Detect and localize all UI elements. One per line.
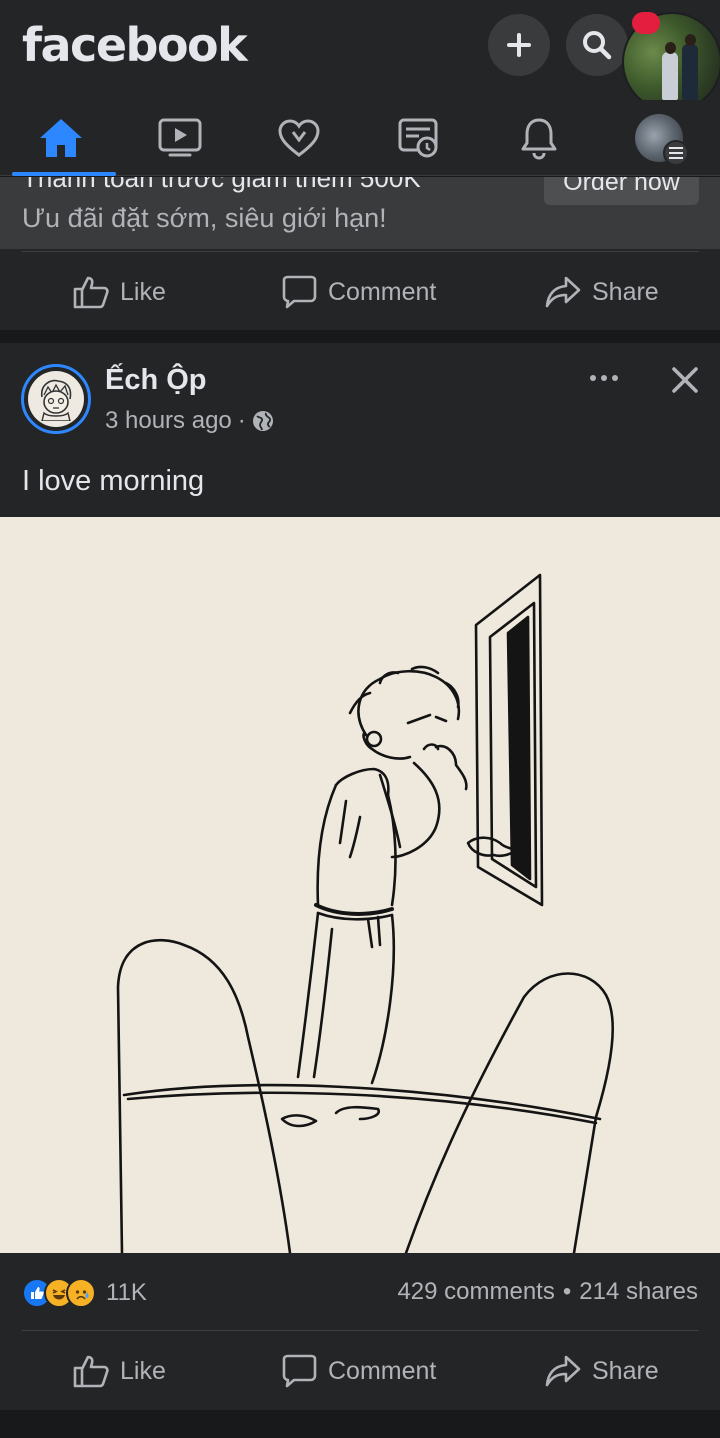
sponsored-post: Thanh toán trước giảm thêm 500K Ưu đãi đ… (0, 177, 720, 330)
avatar-drawing (28, 371, 84, 427)
heart-icon (278, 119, 320, 157)
photo-figure (665, 42, 676, 54)
memories-icon (398, 118, 438, 158)
tab-dating[interactable] (244, 100, 354, 176)
ad-headline: Thanh toán trước giảm thêm 500K (22, 177, 421, 193)
menu-icon (663, 140, 689, 166)
ad-link-preview[interactable]: Thanh toán trước giảm thêm 500K Ưu đãi đ… (0, 177, 720, 249)
comment-label: Comment (328, 1356, 437, 1385)
post-time[interactable]: 3 hours ago (105, 407, 232, 435)
thumbs-up-icon (73, 1355, 109, 1388)
tab-bar (0, 100, 720, 176)
video-icon (158, 118, 202, 157)
search-icon (583, 31, 612, 60)
hide-post-button[interactable] (664, 359, 706, 401)
comment-count[interactable]: 429 comments (397, 1278, 554, 1306)
meta-separator: · (237, 407, 246, 434)
plus-icon (507, 33, 531, 57)
thumbs-up-icon (73, 276, 109, 309)
dot-icon (601, 375, 607, 381)
ad-subline: Ưu đãi đặt sớm, siêu giới hạn! (22, 203, 387, 233)
post-image[interactable] (0, 517, 720, 1255)
notification-badge (632, 12, 660, 34)
photo-figure (682, 44, 698, 100)
order-now-button[interactable]: Order now (544, 177, 699, 205)
reaction-count: 11K (106, 1279, 147, 1306)
dot-icon (612, 375, 618, 381)
share-label: Share (592, 1356, 659, 1385)
stats-separator: • (562, 1278, 572, 1305)
comment-icon (282, 275, 317, 309)
like-label: Like (120, 1356, 166, 1385)
like-button[interactable]: Like (72, 254, 166, 330)
search-button[interactable] (566, 14, 628, 76)
tab-memories[interactable] (364, 100, 474, 176)
post-text: I love morning (22, 465, 205, 497)
comment-icon (282, 1354, 317, 1388)
author-avatar[interactable] (21, 364, 91, 434)
like-label: Like (120, 277, 166, 306)
photo-figure (662, 52, 678, 100)
tab-notifications[interactable] (484, 100, 594, 176)
more-options-button[interactable] (584, 363, 624, 393)
comment-label: Comment (328, 277, 437, 306)
photo-figure (685, 34, 696, 46)
create-button[interactable] (488, 14, 550, 76)
share-button[interactable]: Share (544, 254, 659, 330)
sad-reaction-icon (66, 1278, 96, 1308)
top-bar: facebook (0, 0, 720, 112)
ink-drawing-illustration (0, 517, 720, 1255)
comment-button[interactable]: Comment (280, 1333, 436, 1409)
post-card: Ếch Ộp 3 hours ago · I love morning 11K … (0, 343, 720, 1410)
like-button[interactable]: Like (72, 1333, 166, 1409)
tab-home[interactable] (6, 100, 116, 176)
comment-button[interactable]: Comment (280, 254, 436, 330)
globe-icon (252, 411, 273, 431)
reaction-summary[interactable]: 11K (22, 1275, 147, 1311)
tab-menu[interactable] (604, 100, 714, 176)
facebook-logo[interactable]: facebook (22, 18, 248, 72)
engagement-stats: 429 comments • 214 shares (397, 1278, 698, 1306)
share-icon (545, 1355, 581, 1387)
ad-action-row: Like Comment Share (0, 254, 720, 330)
divider (22, 251, 699, 252)
bell-icon (521, 118, 557, 160)
share-count[interactable]: 214 shares (579, 1278, 698, 1306)
dot-icon (590, 375, 596, 381)
post-action-row: Like Comment Share (0, 1333, 720, 1409)
home-icon (40, 119, 82, 157)
tab-watch[interactable] (125, 100, 235, 176)
share-button[interactable]: Share (544, 1333, 659, 1409)
share-icon (545, 276, 581, 308)
author-name[interactable]: Ếch Ộp (105, 364, 207, 397)
divider (22, 1330, 699, 1331)
share-label: Share (592, 277, 659, 306)
close-icon (672, 367, 698, 393)
menu-avatar (635, 114, 689, 166)
post-meta: 3 hours ago · (105, 407, 274, 435)
